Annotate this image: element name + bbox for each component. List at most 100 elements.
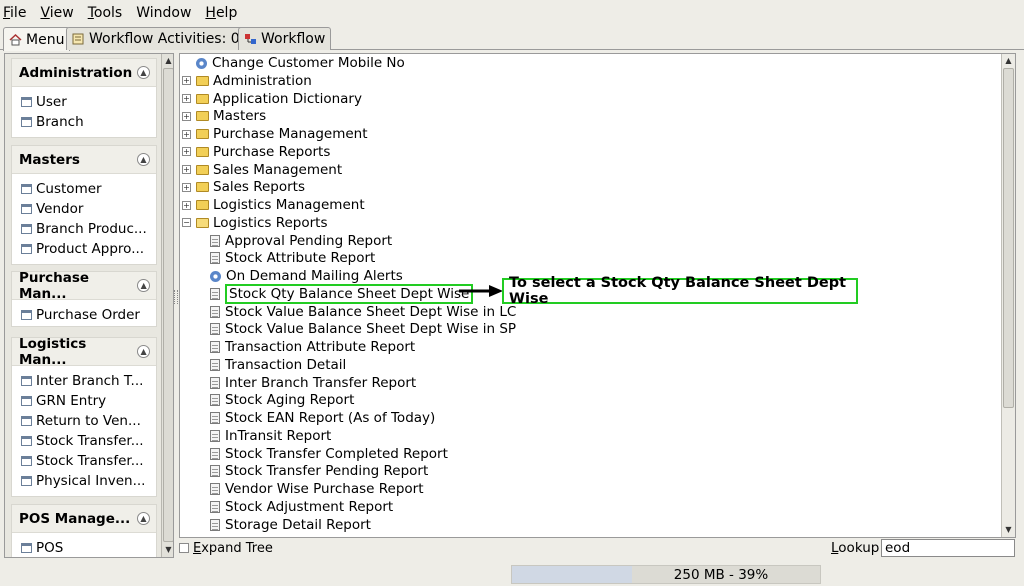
workflow-icon <box>244 33 257 45</box>
tree-item-intransit-report[interactable]: InTransit Report <box>210 427 331 445</box>
section-header[interactable]: Masters ▲ <box>12 146 156 174</box>
menu-view[interactable]: View <box>40 5 73 21</box>
scroll-down-arrow-icon[interactable]: ▼ <box>1002 523 1015 536</box>
tree-folder-logistics-management[interactable]: + Logistics Management <box>182 196 365 214</box>
tree-item-transaction-detail[interactable]: Transaction Detail <box>210 356 346 374</box>
tree-item-stock-transfer-pending-report[interactable]: Stock Transfer Pending Report <box>210 462 428 480</box>
nav-item-return-to-vendor[interactable]: Return to Ven... <box>21 411 156 431</box>
report-icon <box>210 323 220 336</box>
tree-item-transaction-attribute-report[interactable]: Transaction Attribute Report <box>210 338 415 356</box>
tree-item-stock-value-balance-sheet-dept-wise-in-sp[interactable]: Stock Value Balance Sheet Dept Wise in S… <box>210 320 516 338</box>
window-icon <box>21 456 32 466</box>
tree-folder-purchase-management[interactable]: + Purchase Management <box>182 125 368 143</box>
nav-item-stock-transfer-1[interactable]: Stock Transfer... <box>21 431 156 451</box>
window-icon <box>21 436 32 446</box>
nav-item-stock-transfer-2[interactable]: Stock Transfer... <box>21 451 156 471</box>
collapse-icon[interactable]: ▲ <box>137 153 150 166</box>
tree-folder-sales-reports[interactable]: + Sales Reports <box>182 178 305 196</box>
collapse-icon[interactable]: ▲ <box>137 66 150 79</box>
nav-item-label: Stock Transfer... <box>36 453 144 469</box>
nav-item-purchase-order[interactable]: Purchase Order <box>21 305 156 325</box>
tree-item-label: On Demand Mailing Alerts <box>226 268 403 284</box>
tree-folder-masters[interactable]: + Masters <box>182 107 266 125</box>
menu-help[interactable]: Help <box>205 5 237 21</box>
expand-icon[interactable]: + <box>182 76 191 86</box>
tree-folder-application-dictionary[interactable]: + Application Dictionary <box>182 90 362 108</box>
tree-item-label: Change Customer Mobile No <box>212 55 405 71</box>
scrollbar-thumb[interactable] <box>1003 68 1014 408</box>
tree-item-stock-aging-report[interactable]: Stock Aging Report <box>210 391 354 409</box>
expand-icon[interactable]: + <box>182 94 191 103</box>
expand-icon[interactable]: + <box>182 147 191 157</box>
tree-folder-sales-management[interactable]: + Sales Management <box>182 161 342 179</box>
tab-menu[interactable]: Menu <box>3 27 71 51</box>
window-icon <box>21 117 32 127</box>
tree-item-storage-detail-report[interactable]: Storage Detail Report <box>210 516 371 534</box>
nav-item-pos[interactable]: POS <box>21 538 156 557</box>
section-pos-management: POS Manage... ▲ POS <box>11 504 157 557</box>
collapse-icon[interactable]: ▲ <box>137 279 150 292</box>
menu-file-label: ile <box>10 5 27 21</box>
expand-tree-label[interactable]: Expand Tree <box>193 541 273 556</box>
expand-icon[interactable]: + <box>182 129 191 139</box>
expand-icon[interactable]: + <box>182 200 191 210</box>
nav-item-inter-branch-transfer[interactable]: Inter Branch T... <box>21 371 156 391</box>
tree-item-vendor-wise-purchase-report[interactable]: Vendor Wise Purchase Report <box>210 480 424 498</box>
tree-item-inter-branch-transfer-report[interactable]: Inter Branch Transfer Report <box>210 374 416 392</box>
tree-item-stock-qty-balance-sheet-dept-wise[interactable]: Stock Qty Balance Sheet Dept Wise <box>210 283 474 304</box>
nav-item-label: Vendor <box>36 201 84 217</box>
nav-item-branch[interactable]: Branch <box>21 112 156 132</box>
expand-icon[interactable]: + <box>182 111 191 121</box>
collapse-icon[interactable]: − <box>182 218 191 228</box>
tree-item-on-demand-mailing-alerts[interactable]: On Demand Mailing Alerts <box>210 267 403 285</box>
tree-item-label: Stock Value Balance Sheet Dept Wise in L… <box>225 303 517 320</box>
scroll-up-arrow-icon[interactable]: ▲ <box>162 54 173 67</box>
nav-item-physical-inventory[interactable]: Physical Inven... <box>21 471 156 491</box>
section-header[interactable]: Logistics Man... ▲ <box>12 336 156 368</box>
menu-file[interactable]: File <box>3 5 26 21</box>
expand-icon[interactable]: + <box>182 165 191 174</box>
tree-item-stock-adjustment-report[interactable]: Stock Adjustment Report <box>210 498 393 516</box>
splitter-grip[interactable] <box>174 290 178 304</box>
nav-item-label: POS <box>36 540 64 556</box>
nav-item-product-approval[interactable]: Product Appro... <box>21 239 156 259</box>
nav-item-vendor[interactable]: Vendor <box>21 199 156 219</box>
menu-tools[interactable]: Tools <box>88 5 123 21</box>
tab-workflow[interactable]: Workflow <box>238 27 332 50</box>
lookup-label: Lookup <box>831 540 879 556</box>
scrollbar-thumb[interactable] <box>163 68 173 542</box>
menu-window[interactable]: Window <box>136 5 191 21</box>
section-header[interactable]: Purchase Man... ▲ <box>12 270 156 302</box>
tree-item-stock-ean-report-as-of-today[interactable]: Stock EAN Report (As of Today) <box>210 409 435 427</box>
tree-folder-purchase-reports[interactable]: + Purchase Reports <box>182 143 330 161</box>
tree-item-stock-value-balance-sheet-dept-wise-in-lc[interactable]: Stock Value Balance Sheet Dept Wise in L… <box>210 303 516 321</box>
tree-folder-label: Application Dictionary <box>213 90 362 107</box>
tree-folder-administration[interactable]: + Administration <box>182 72 312 90</box>
nav-item-label: Stock Transfer... <box>36 433 144 449</box>
scroll-up-arrow-icon[interactable]: ▲ <box>1002 54 1015 67</box>
collapse-icon[interactable]: ▲ <box>137 345 150 358</box>
section-header[interactable]: POS Manage... ▲ <box>12 505 156 533</box>
scroll-down-arrow-icon[interactable]: ▼ <box>162 543 173 556</box>
tree-scrollbar[interactable]: ▲ ▼ <box>1001 54 1015 537</box>
expand-tree-checkbox[interactable] <box>179 543 189 553</box>
tree-item-change-customer-mobile-no[interactable]: Change Customer Mobile No <box>196 54 405 72</box>
nav-item-branch-product[interactable]: Branch Produc... <box>21 219 156 239</box>
tree-item-stock-attribute-report[interactable]: Stock Attribute Report <box>210 249 375 267</box>
tree-item-label: Stock Transfer Completed Report <box>225 445 448 462</box>
lookup-input[interactable] <box>881 539 1015 557</box>
section-header[interactable]: Administration ▲ <box>12 59 156 87</box>
tree-item-stock-transfer-completed-report[interactable]: Stock Transfer Completed Report <box>210 445 448 463</box>
tree-folder-logistics-reports[interactable]: − Logistics Reports <box>182 214 327 232</box>
nav-item-user[interactable]: User <box>21 92 156 112</box>
menu-view-mnemonic: V <box>40 5 50 21</box>
expand-icon[interactable]: + <box>182 182 191 192</box>
tab-workflow-activities[interactable]: Workflow Activities: 0 <box>66 27 246 50</box>
tree-item-approval-pending-report[interactable]: Approval Pending Report <box>210 232 392 250</box>
folder-icon <box>196 129 209 139</box>
nav-item-customer[interactable]: Customer <box>21 179 156 199</box>
left-scrollbar[interactable]: ▲ ▼ <box>161 54 173 557</box>
nav-item-label: GRN Entry <box>36 393 107 409</box>
nav-item-grn-entry[interactable]: GRN Entry <box>21 391 156 411</box>
collapse-icon[interactable]: ▲ <box>137 512 150 525</box>
